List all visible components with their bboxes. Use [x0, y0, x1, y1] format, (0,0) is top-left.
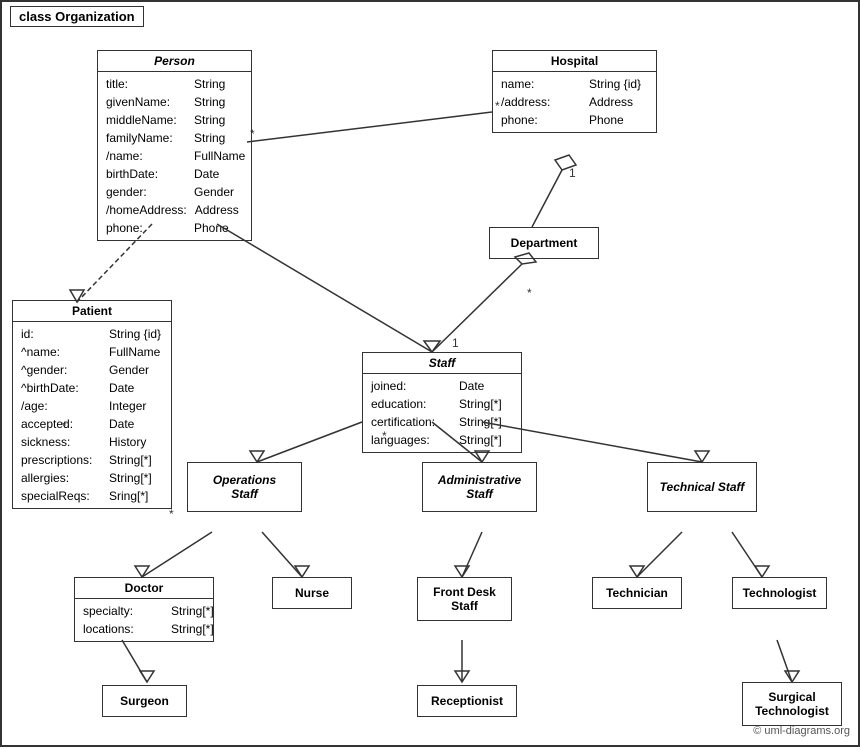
staff-header: Staff	[363, 353, 521, 374]
operations-staff-class: Operations Staff	[187, 462, 302, 512]
person-body: title:String givenName:String middleName…	[98, 72, 251, 240]
nurse-class: Nurse	[272, 577, 352, 609]
copyright: © uml-diagrams.org	[753, 725, 850, 737]
doctor-body: specialty:String[*] locations:String[*]	[75, 599, 213, 641]
surgical-technologist-class: Surgical Technologist	[742, 682, 842, 726]
doctor-class: Doctor specialty:String[*] locations:Str…	[74, 577, 214, 642]
operations-staff-label: Operations Staff	[213, 473, 276, 501]
technician-class: Technician	[592, 577, 682, 609]
staff-body: joined:Date education:String[*] certific…	[363, 374, 521, 452]
person-class: Person title:String givenName:String mid…	[97, 50, 252, 241]
staff-class: Staff joined:Date education:String[*] ce…	[362, 352, 522, 453]
patient-body: id:String {id} ^name:FullName ^gender:Ge…	[13, 322, 171, 508]
technical-staff-class: Technical Staff	[647, 462, 757, 512]
front-desk-staff-class: Front Desk Staff	[417, 577, 512, 621]
administrative-staff-class: Administrative Staff	[422, 462, 537, 512]
administrative-staff-label: Administrative Staff	[438, 473, 521, 501]
person-header: Person	[98, 51, 251, 72]
svg-text:*: *	[169, 507, 174, 521]
diagram-container: class Organization	[0, 0, 860, 747]
hospital-class: Hospital name:String {id} /address:Addre…	[492, 50, 657, 133]
department-class: Department	[489, 227, 599, 259]
receptionist-class: Receptionist	[417, 685, 517, 717]
diagram-title: class Organization	[10, 6, 144, 27]
patient-header: Patient	[13, 301, 171, 322]
svg-text:1: 1	[452, 336, 459, 350]
technologist-class: Technologist	[732, 577, 827, 609]
patient-class: Patient id:String {id} ^name:FullName ^g…	[12, 300, 172, 509]
svg-text:*: *	[527, 286, 532, 300]
hospital-body: name:String {id} /address:Address phone:…	[493, 72, 656, 132]
doctor-header: Doctor	[75, 578, 213, 599]
technical-staff-label: Technical Staff	[660, 480, 745, 494]
hospital-header: Hospital	[493, 51, 656, 72]
svg-text:1: 1	[569, 166, 576, 180]
surgeon-class: Surgeon	[102, 685, 187, 717]
receptionist-label: Receptionist	[431, 694, 503, 708]
